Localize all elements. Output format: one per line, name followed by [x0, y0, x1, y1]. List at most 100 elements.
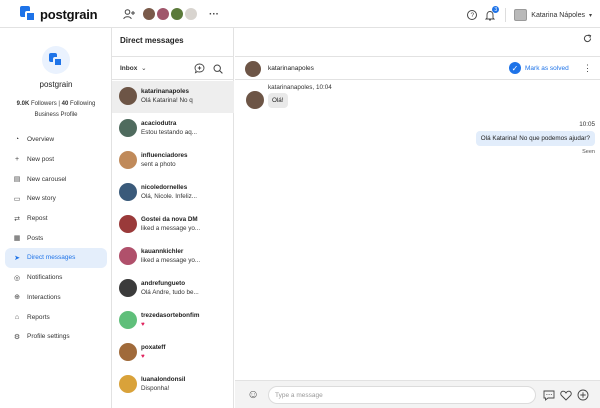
reports-icon: ⌂	[14, 313, 20, 321]
conversation-name: Gostei da nova DM	[141, 216, 198, 223]
avatar	[119, 375, 137, 393]
message-input[interactable]	[268, 386, 536, 404]
outgoing-message-time: 10:05	[579, 121, 595, 128]
sidebar-item-profile-settings[interactable]: ⚙ Profile settings	[5, 327, 107, 347]
profile-name: postgrain	[39, 80, 73, 89]
sidebar-item-direct-messages[interactable]: ➤ Direct messages	[5, 248, 107, 268]
sidebar-item-label: Posts	[27, 234, 44, 242]
panel-title: Direct messages	[120, 36, 184, 45]
conversation-name: acaciodutra	[141, 120, 177, 127]
sidebar-item-repost[interactable]: ⇄ Repost	[5, 209, 107, 229]
conversation-item[interactable]: nicoledornelles Olá, Nicole. Infeliz...	[112, 177, 234, 209]
conversation-name: influenciadores	[141, 152, 188, 159]
conversation-name: kauannkichler	[141, 248, 184, 255]
sidebar-nav: ◔ Overview + New post ▤ New carousel ▭ New stor…	[5, 130, 107, 347]
conversation-item[interactable]: luanalondonsil Disponha!	[112, 369, 234, 401]
notifications-bell-icon[interactable]: 3	[485, 6, 500, 21]
add-user-icon[interactable]	[123, 8, 135, 20]
search-icon[interactable]	[212, 63, 223, 74]
contact-name[interactable]: katarinanapoles	[268, 65, 314, 72]
following-label: Following	[69, 101, 96, 107]
sidebar-item-new-carousel[interactable]: ▤ New carousel	[5, 169, 107, 189]
outgoing-message-bubble: Olá Katarina! No que podemos ajudar?	[475, 131, 595, 146]
sidebar-item-label: New story	[27, 195, 56, 203]
sidebar-item-label: New post	[27, 156, 55, 164]
mark-as-solved-label: Mark as solved	[525, 64, 569, 72]
overview-icon: ◔	[14, 136, 20, 144]
sidebar-item-notifications[interactable]: ◎ Notifications	[5, 268, 107, 288]
conversation-item[interactable]: andrefungueto Olá Andre, tudo be...	[112, 273, 234, 305]
quick-reply-icon[interactable]	[542, 388, 556, 402]
profile-stats: 9.0K Followers | 40 Following	[0, 101, 112, 107]
sidebar-item-new-post[interactable]: + New post	[5, 150, 107, 170]
conversations-toolbar: Inbox ⌄	[112, 56, 234, 80]
inbox-filter-select[interactable]: Inbox ⌄	[120, 64, 147, 72]
add-attachment-icon[interactable]	[576, 388, 590, 402]
refresh-icon[interactable]	[583, 34, 592, 45]
account-avatar[interactable]	[143, 8, 155, 20]
mark-as-solved-button[interactable]: ✓ Mark as solved	[509, 62, 569, 74]
avatar	[119, 279, 137, 297]
notifications-icon: ◎	[13, 274, 21, 282]
followers-count: 9.0K	[16, 101, 30, 107]
followers-label: Followers	[31, 101, 57, 107]
sidebar-item-overview[interactable]: ◔ Overview	[5, 130, 107, 150]
heart-icon[interactable]	[559, 388, 573, 402]
conversation-snippet: Olá, Nicole. Infeliz...	[141, 193, 197, 200]
inbox-filter-label: Inbox	[120, 65, 138, 72]
account-avatar[interactable]	[185, 8, 197, 20]
avatar	[119, 215, 137, 233]
sidebar-item-posts[interactable]: ▦ Posts	[5, 228, 107, 248]
conversation-name: katarinanapoles	[141, 88, 189, 95]
conversation-item[interactable]: Gostei da nova DM liked a message yo...	[112, 209, 234, 241]
chat-header: katarinanapoles ✓ Mark as solved ⋮	[235, 56, 600, 80]
conversation-snippet: sent a photo	[141, 161, 176, 168]
sidebar-item-interactions[interactable]: ⊕ Interactions	[5, 288, 107, 308]
direct-messages-icon: ➤	[14, 254, 20, 262]
help-icon[interactable]: ?	[467, 10, 478, 20]
emoji-icon[interactable]: ☺	[247, 388, 259, 401]
top-bar: postgrain ··· ? 3 Katarina Nápoles ▾	[0, 0, 600, 28]
conversation-snippet: liked a message yo...	[141, 257, 201, 264]
conversation-name: trezedasortebonfim	[141, 312, 200, 319]
chevron-down-icon[interactable]: ▾	[589, 12, 592, 19]
conversation-item[interactable]: acaciodutra Estou testando aq...	[112, 113, 234, 145]
more-options-icon[interactable]: ⋮	[583, 63, 592, 74]
more-accounts-icon[interactable]: ···	[208, 8, 220, 20]
app-logo[interactable]: postgrain	[20, 6, 98, 22]
conversation-item[interactable]: kauannkichler liked a message yo...	[112, 241, 234, 273]
conversations-panel: Direct messages Inbox ⌄ katarinanapoles O…	[112, 28, 234, 408]
chat-panel: katarinanapoles ✓ Mark as solved ⋮ katar…	[235, 28, 600, 408]
sidebar-item-reports[interactable]: ⌂ Reports	[5, 307, 107, 327]
conversation-list: katarinanapoles Olá Katarina! No q acaciod…	[112, 81, 234, 401]
user-avatar[interactable]	[514, 9, 528, 21]
app-name: postgrain	[40, 6, 98, 22]
new-story-icon: ▭	[13, 195, 21, 203]
account-avatar[interactable]	[157, 8, 169, 20]
user-name[interactable]: Katarina Nápoles	[531, 12, 585, 19]
conversation-item[interactable]: poxateff ♥	[112, 337, 234, 369]
interactions-icon: ⊕	[14, 294, 20, 302]
conversation-item[interactable]: katarinanapoles Olá Katarina! No q	[112, 81, 234, 113]
incoming-message-meta: katarinanapoles, 10:04	[268, 84, 332, 91]
account-avatar[interactable]	[171, 8, 183, 20]
conversation-name: luanalondonsil	[141, 376, 186, 383]
sender-avatar	[246, 91, 264, 109]
avatar	[119, 119, 137, 137]
sidebar-item-label: Direct messages	[27, 254, 76, 262]
avatar	[119, 247, 137, 265]
conversation-snippet: Disponha!	[141, 385, 170, 392]
user-area: ? 3 Katarina Nápoles ▾	[467, 6, 592, 22]
new-message-icon[interactable]	[194, 63, 205, 74]
conversation-snippet: Estou testando aq...	[141, 129, 198, 136]
contact-avatar[interactable]	[245, 61, 261, 77]
message-composer: ☺	[235, 380, 600, 408]
conversation-item[interactable]: influenciadores sent a photo	[112, 145, 234, 177]
sidebar-item-new-story[interactable]: ▭ New story	[5, 189, 107, 209]
chevron-down-icon: ⌄	[141, 65, 147, 72]
conversation-item[interactable]: trezedasortebonfim ♥	[112, 305, 234, 337]
divider	[505, 8, 507, 22]
sidebar-item-label: Overview	[27, 136, 55, 144]
avatar	[119, 343, 137, 361]
profile-avatar[interactable]	[42, 46, 70, 74]
